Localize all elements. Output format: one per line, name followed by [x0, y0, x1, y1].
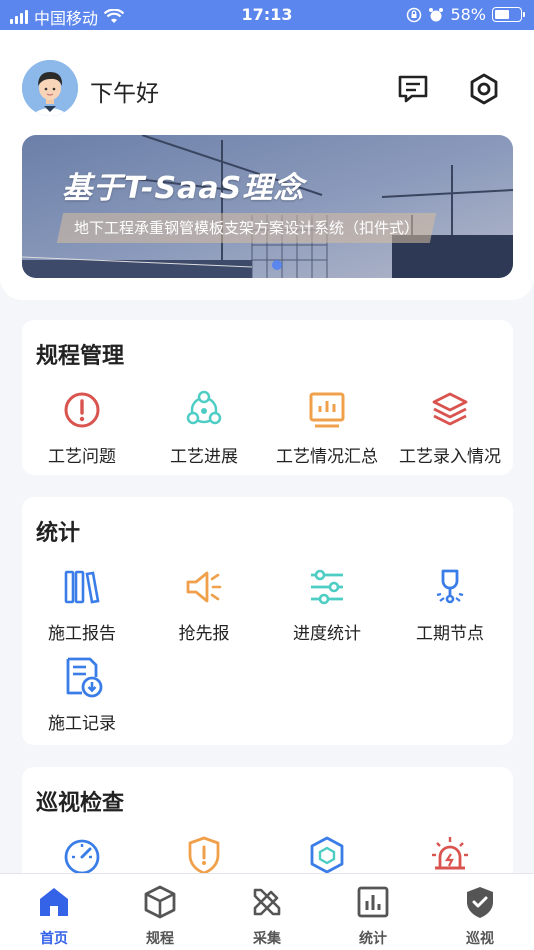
menu-item-construction-record[interactable]: 施工记录	[22, 655, 142, 734]
menu-item-process-summary[interactable]: 工艺情况汇总	[267, 388, 387, 467]
shield-check-icon	[467, 887, 493, 918]
section-statistics: 统计 施工报告 抢先报 进度统计 工期节点 施工记录	[22, 497, 513, 745]
alarm-icon	[429, 7, 444, 21]
chart-board-icon	[309, 392, 345, 428]
alert-circle-icon	[64, 392, 100, 428]
menu-item-process-progress[interactable]: 工艺进展	[144, 388, 264, 467]
books-icon	[64, 570, 100, 604]
bar-chart-icon	[357, 886, 389, 918]
section-title: 规程管理	[36, 344, 125, 369]
status-bar: 中国移动 17:13 58%	[0, 0, 534, 30]
section-title: 巡视检查	[36, 791, 125, 816]
bottom-tab-bar: 首页 规程 采集 统计 巡视	[0, 873, 534, 950]
battery-icon	[492, 7, 525, 22]
section-title: 统计	[36, 521, 81, 546]
lamp-icon	[436, 569, 464, 604]
tab-collect[interactable]: 采集	[227, 884, 307, 948]
greeting-text: 下午好	[90, 81, 159, 107]
battery-percent: 58%	[450, 5, 486, 24]
banner-subtitle: 地下工程承重钢管模板支架方案设计系统（扣件式）	[56, 213, 437, 243]
tab-inspection[interactable]: 巡视	[440, 884, 520, 948]
section-regulation: 规程管理 工艺问题 工艺进展 工艺情况汇总 工艺录入情况	[22, 320, 513, 475]
menu-item-flash-report[interactable]: 抢先报	[144, 565, 264, 644]
avatar[interactable]	[22, 60, 78, 116]
home-icon	[40, 888, 68, 916]
tab-home[interactable]: 首页	[14, 884, 94, 948]
tools-icon	[253, 888, 281, 916]
tab-regulation[interactable]: 规程	[120, 884, 200, 948]
menu-item-progress-stats[interactable]: 进度统计	[267, 565, 387, 644]
message-icon[interactable]	[396, 72, 430, 106]
siren-icon	[432, 837, 468, 870]
menu-item-process-issue[interactable]: 工艺问题	[22, 388, 142, 467]
menu-item-schedule-node[interactable]: 工期节点	[390, 565, 510, 644]
shield-alert-icon	[188, 836, 220, 875]
document-download-icon	[66, 657, 103, 698]
header-card: 下午好 基于T-SaaS理念 地下工程承重钢管模板支架方案设计系统（扣件式）	[0, 30, 534, 300]
sliders-icon	[311, 569, 343, 605]
speaker-icon	[186, 571, 222, 603]
menu-item-process-entry[interactable]: 工艺录入情况	[390, 388, 510, 467]
speedometer-icon	[64, 839, 100, 875]
banner-title: 基于T-SaaS理念	[62, 171, 305, 206]
promo-banner[interactable]: 基于T-SaaS理念 地下工程承重钢管模板支架方案设计系统（扣件式）	[22, 135, 513, 278]
tab-statistics[interactable]: 统计	[333, 884, 413, 948]
cube-icon	[144, 885, 176, 919]
banner-pagination-dot[interactable]	[272, 260, 282, 270]
rotation-lock-icon	[407, 7, 422, 22]
network-icon	[186, 390, 222, 425]
settings-icon[interactable]	[467, 72, 501, 106]
hexagon-icon	[310, 836, 344, 874]
menu-item-construction-report[interactable]: 施工报告	[22, 565, 142, 644]
layers-icon	[432, 392, 468, 426]
